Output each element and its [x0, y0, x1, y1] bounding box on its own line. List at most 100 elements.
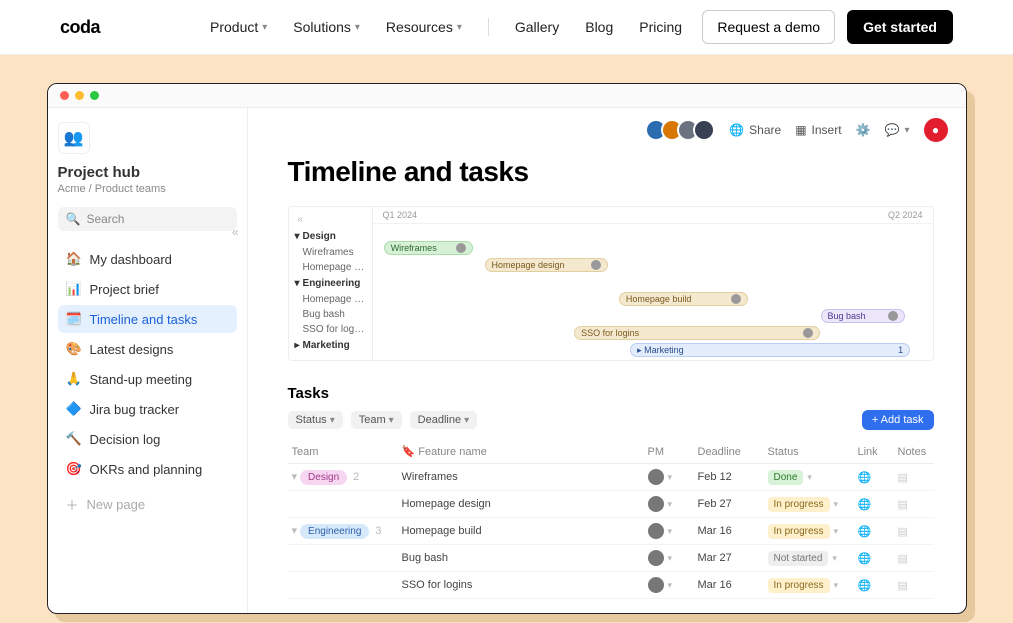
avatar[interactable]: [693, 119, 715, 141]
gantt-bar-homepage-build[interactable]: Homepage build: [619, 292, 748, 306]
cell-status[interactable]: Done▾: [764, 464, 854, 491]
gantt-bar-bug-bash[interactable]: Bug bash: [821, 309, 905, 323]
cell-deadline[interactable]: Mar 27: [694, 545, 764, 572]
status-badge[interactable]: Done: [768, 470, 804, 485]
minimize-icon[interactable]: [75, 91, 84, 100]
get-started-button[interactable]: Get started: [847, 10, 953, 44]
table-row[interactable]: ▾Design2Wireframes▾Feb 12Done▾🌐▤: [288, 464, 934, 491]
insert-button[interactable]: ▦Insert: [795, 123, 841, 137]
nav-blog[interactable]: Blog: [585, 19, 613, 35]
cell-status[interactable]: In progress▾: [764, 572, 854, 599]
gantt-row[interactable]: Homepage build: [295, 292, 366, 307]
sidebar-item-stand-up-meeting[interactable]: 🙏Stand-up meeting: [58, 365, 237, 393]
gantt-bar-homepage-design[interactable]: Homepage design: [485, 258, 608, 272]
doc-breadcrumb[interactable]: Acme / Product teams: [58, 183, 237, 195]
gantt-row[interactable]: SSO for logins: [295, 322, 366, 337]
cell-team[interactable]: ▾Engineering3: [288, 518, 398, 545]
cell-link[interactable]: 🌐: [854, 518, 894, 545]
sidebar-item-jira-bug-tracker[interactable]: 🔷Jira bug tracker: [58, 395, 237, 423]
cell-deadline[interactable]: Feb 12: [694, 464, 764, 491]
sidebar-item-timeline-and-tasks[interactable]: 🗓️Timeline and tasks: [58, 305, 237, 333]
cell-notes[interactable]: ▤: [894, 491, 934, 518]
cell-deadline[interactable]: Mar 16: [694, 518, 764, 545]
cell-notes[interactable]: ▤: [894, 545, 934, 572]
cell-link[interactable]: 🌐: [854, 545, 894, 572]
user-avatar[interactable]: ●: [924, 118, 948, 142]
col-feature[interactable]: 🔖 Feature name: [398, 440, 644, 464]
cell-deadline[interactable]: Feb 27: [694, 491, 764, 518]
cell-status[interactable]: Not started▾: [764, 545, 854, 572]
gantt-row[interactable]: Bug bash: [295, 307, 366, 322]
doc-icon[interactable]: 👥: [58, 122, 90, 154]
maximize-icon[interactable]: [90, 91, 99, 100]
new-page-button[interactable]: ＋New page: [58, 489, 237, 520]
col-notes[interactable]: Notes: [894, 440, 934, 464]
sidebar-item-project-brief[interactable]: 📊Project brief: [58, 275, 237, 303]
table-row[interactable]: ▾Engineering3Homepage build▾Mar 16In pro…: [288, 518, 934, 545]
cell-pm[interactable]: ▾: [644, 572, 694, 599]
gantt-bar-sso[interactable]: SSO for logins: [574, 326, 820, 340]
cell-feature[interactable]: SSO for logins: [398, 572, 644, 599]
col-deadline[interactable]: Deadline: [694, 440, 764, 464]
status-badge[interactable]: In progress: [768, 524, 830, 539]
settings-button[interactable]: ⚙️: [856, 123, 871, 137]
cell-link[interactable]: 🌐: [854, 464, 894, 491]
cell-status[interactable]: In progress▾: [764, 491, 854, 518]
table-row[interactable]: Homepage design▾Feb 27In progress▾🌐▤: [288, 491, 934, 518]
nav-resources[interactable]: Resources▾: [386, 19, 462, 35]
team-pill[interactable]: Design: [300, 470, 347, 485]
sidebar-item-my-dashboard[interactable]: 🏠My dashboard: [58, 245, 237, 273]
gantt-group[interactable]: ▸Marketing: [295, 340, 366, 351]
cell-deadline[interactable]: Mar 16: [694, 572, 764, 599]
cell-pm[interactable]: ▾: [644, 518, 694, 545]
nav-product[interactable]: Product▾: [210, 19, 267, 35]
collapse-sidebar-icon[interactable]: «: [232, 225, 239, 239]
gantt-row[interactable]: Wireframes: [295, 245, 366, 260]
gantt-group[interactable]: ▾Design: [295, 231, 366, 242]
add-task-button[interactable]: + Add task: [862, 410, 934, 430]
status-badge[interactable]: In progress: [768, 497, 830, 512]
filter-team[interactable]: Team▾: [351, 411, 402, 429]
cell-feature[interactable]: Homepage design: [398, 491, 644, 518]
col-pm[interactable]: PM: [644, 440, 694, 464]
search-input[interactable]: 🔍 Search: [58, 207, 237, 231]
nav-solutions[interactable]: Solutions▾: [293, 19, 360, 35]
cell-link[interactable]: 🌐: [854, 572, 894, 599]
nav-pricing[interactable]: Pricing: [639, 19, 682, 35]
status-badge[interactable]: In progress: [768, 578, 830, 593]
sidebar-item-decision-log[interactable]: 🔨Decision log: [58, 425, 237, 453]
gantt-bar-wireframes[interactable]: Wireframes: [384, 241, 474, 255]
cell-notes[interactable]: ▤: [894, 518, 934, 545]
filter-status[interactable]: Status▾: [288, 411, 343, 429]
table-row[interactable]: Bug bash▾Mar 27Not started▾🌐▤: [288, 545, 934, 572]
cell-feature[interactable]: Wireframes: [398, 464, 644, 491]
cell-pm[interactable]: ▾: [644, 545, 694, 572]
cell-team[interactable]: ▾Design2: [288, 464, 398, 491]
presence-avatars[interactable]: [651, 119, 715, 141]
filter-deadline[interactable]: Deadline▾: [410, 411, 477, 429]
collapse-gantt-icon[interactable]: «: [295, 211, 366, 228]
request-demo-button[interactable]: Request a demo: [702, 10, 835, 44]
gantt-group[interactable]: ▾Engineering: [295, 278, 366, 289]
cell-status[interactable]: In progress▾: [764, 518, 854, 545]
team-pill[interactable]: Engineering: [300, 524, 369, 539]
sidebar-item-latest-designs[interactable]: 🎨Latest designs: [58, 335, 237, 363]
table-row[interactable]: SSO for logins▾Mar 16In progress▾🌐▤: [288, 572, 934, 599]
close-icon[interactable]: [60, 91, 69, 100]
status-badge[interactable]: Not started: [768, 551, 829, 566]
cell-feature[interactable]: Bug bash: [398, 545, 644, 572]
comments-button[interactable]: 💬▾: [885, 123, 910, 137]
nav-gallery[interactable]: Gallery: [515, 19, 559, 35]
cell-notes[interactable]: ▤: [894, 464, 934, 491]
gantt-canvas[interactable]: Q1 2024Q2 2024 Wireframes Homepage desig…: [373, 207, 933, 360]
gantt-bar-marketing[interactable]: ▸ Marketing1: [630, 343, 910, 357]
share-button[interactable]: 🌐Share: [729, 123, 781, 137]
cell-feature[interactable]: Homepage build: [398, 518, 644, 545]
logo[interactable]: coda: [60, 17, 100, 38]
col-status[interactable]: Status: [764, 440, 854, 464]
gantt-row[interactable]: Homepage desi…: [295, 260, 366, 275]
cell-link[interactable]: 🌐: [854, 491, 894, 518]
col-link[interactable]: Link: [854, 440, 894, 464]
cell-pm[interactable]: ▾: [644, 464, 694, 491]
cell-notes[interactable]: ▤: [894, 572, 934, 599]
